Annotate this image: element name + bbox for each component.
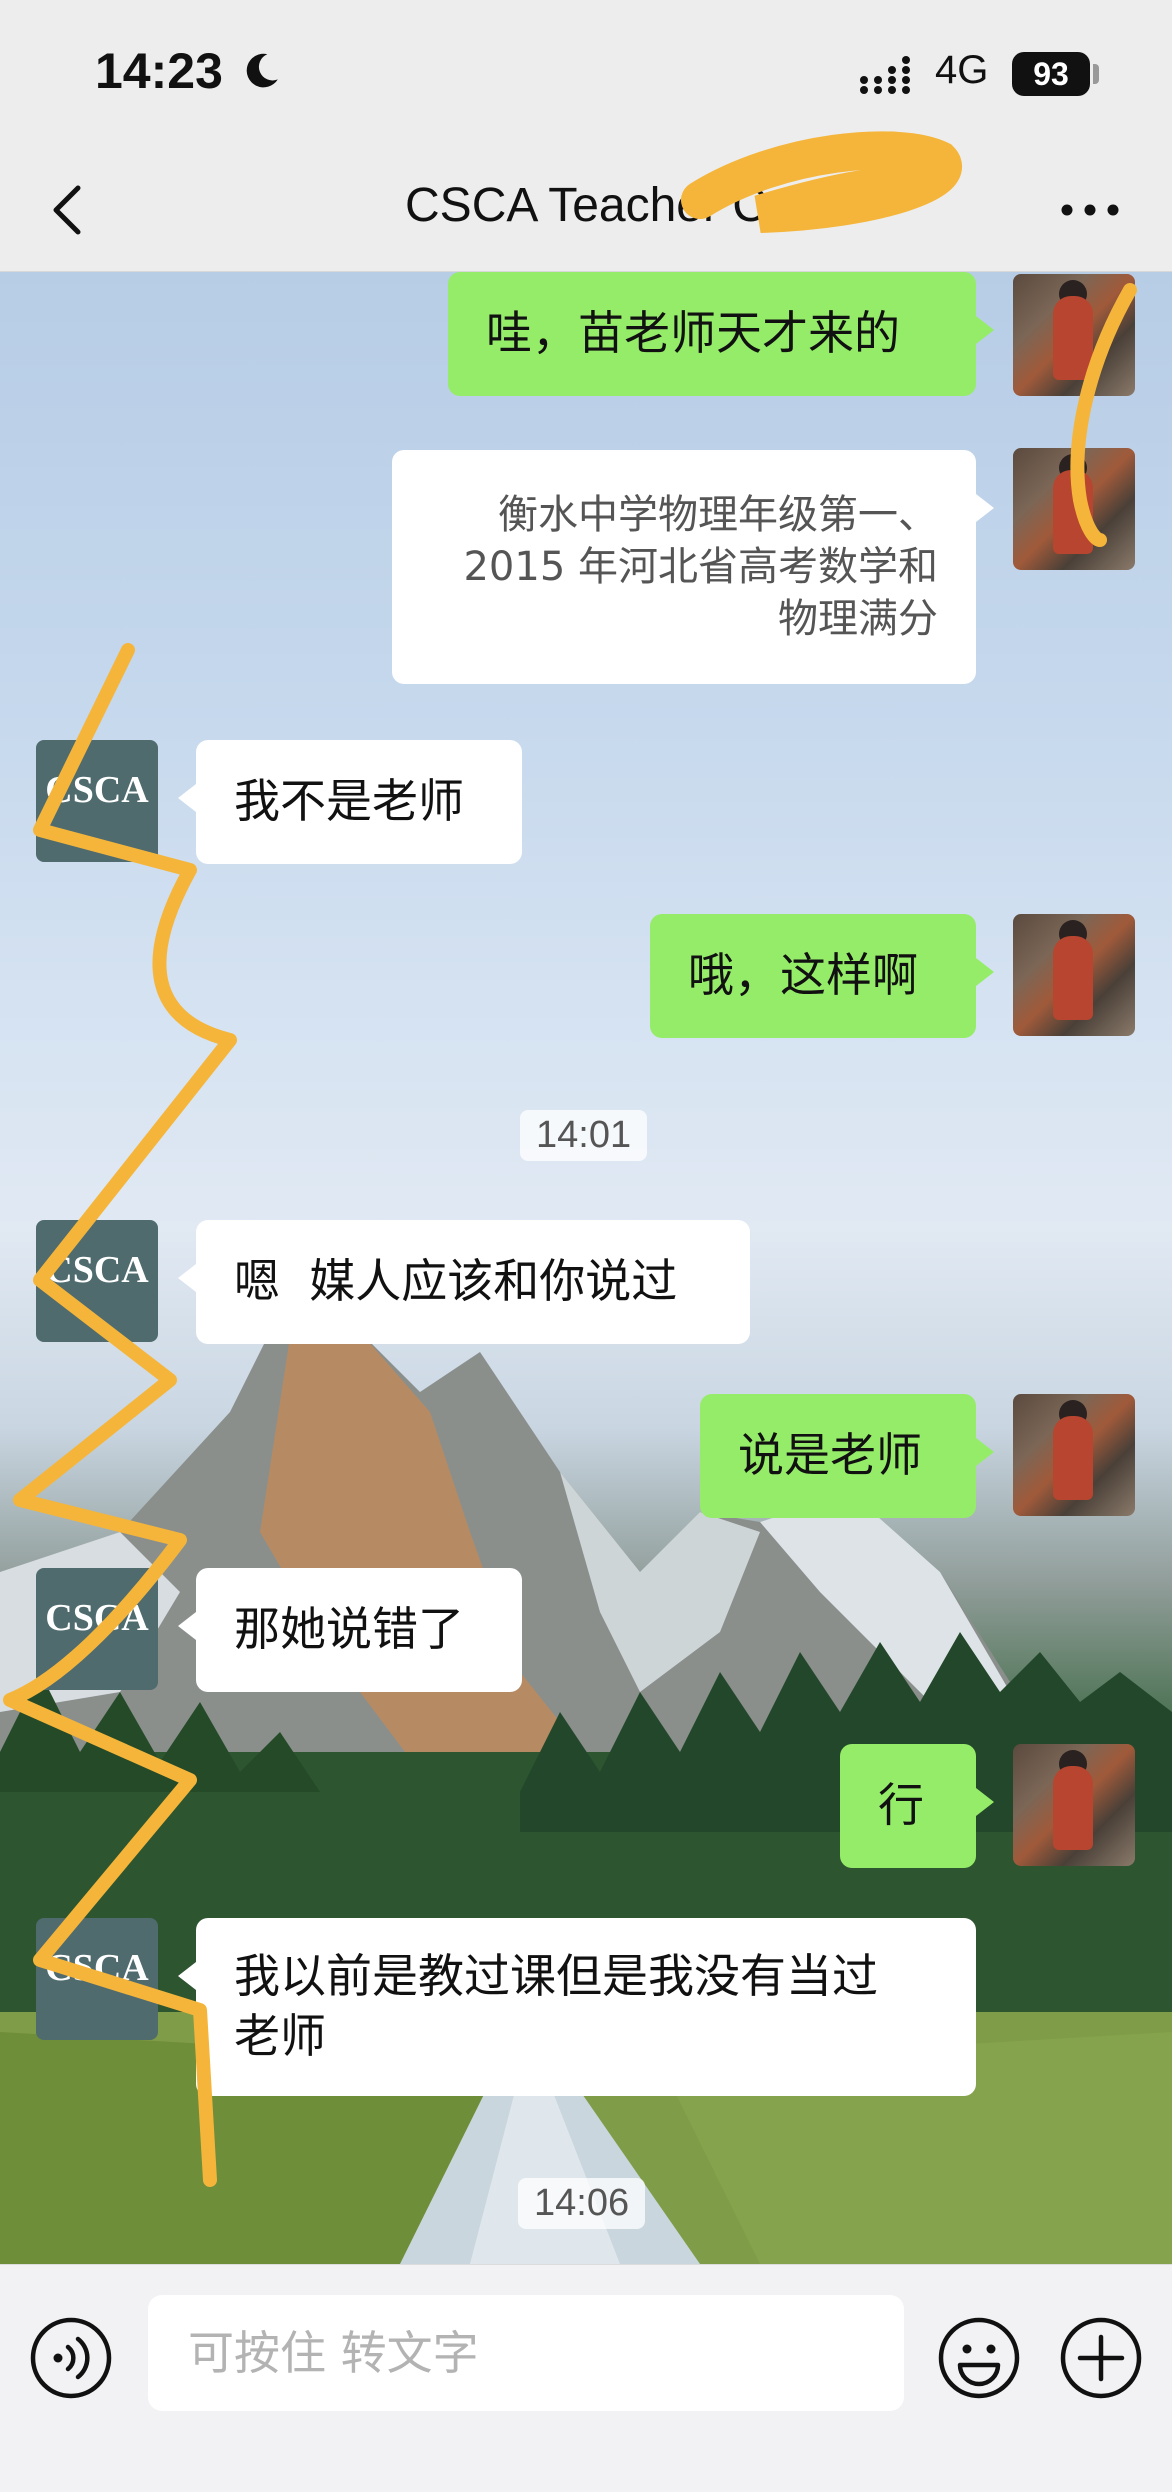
- status-bar: 14:23 4G 93: [0, 0, 1172, 150]
- message-timestamp: 14:01: [520, 1110, 648, 1161]
- self-avatar[interactable]: [1013, 448, 1135, 570]
- nav-bar: CSCA Teacher C: [0, 150, 1172, 272]
- contact-avatar[interactable]: CSCA: [36, 1568, 158, 1690]
- battery-indicator: 93: [1012, 52, 1090, 96]
- quote-line-2: 2015 年河北省高考数学和: [463, 544, 938, 590]
- self-avatar[interactable]: [1013, 274, 1135, 396]
- voice-icon[interactable]: [28, 2315, 114, 2401]
- moon-icon: [246, 53, 278, 88]
- battery-tip: [1093, 64, 1099, 84]
- status-time: 14:23: [95, 43, 223, 99]
- self-avatar[interactable]: [1013, 1394, 1135, 1516]
- message-bubble-received[interactable]: 我以前是教过课但是我没有当过 老师: [178, 1918, 976, 2096]
- csca-logo-text: CSCA: [45, 1947, 149, 1989]
- message-text: 那她说错了: [234, 1602, 464, 1657]
- message-line-2: 老师: [234, 2009, 326, 2063]
- message-bubble-sent[interactable]: 哇，苗老师天才来的: [448, 272, 994, 396]
- csca-logo-text: CSCA: [45, 1249, 149, 1291]
- message-bubble-received[interactable]: 那她说错了: [178, 1568, 522, 1692]
- contact-avatar[interactable]: CSCA: [36, 1918, 158, 2040]
- chat-title: CSCA Teacher C: [405, 179, 767, 232]
- message-bubble-sent[interactable]: 哦，这样啊: [650, 914, 994, 1038]
- message-text: 哇，苗老师天才来的: [486, 306, 900, 361]
- message-bubble-sent[interactable]: 说是老师: [700, 1394, 994, 1518]
- message-text: 行: [878, 1778, 924, 1833]
- message-line-1: 我以前是教过课但是我没有当过: [234, 1949, 878, 2004]
- quote-text: 衡水中学物理年级第一、 2015 年河北省高考数学和 物理满分: [463, 489, 938, 645]
- quote-line-1: 衡水中学物理年级第一、: [498, 492, 938, 538]
- network-type: 4G: [935, 48, 989, 92]
- self-avatar[interactable]: [1013, 914, 1135, 1036]
- message-text: 我不是老师: [234, 774, 464, 829]
- csca-logo-text: CSCA: [45, 1597, 149, 1639]
- message-text: 说是老师: [738, 1428, 922, 1483]
- message-bubble-received[interactable]: 嗯 媒人应该和你说过: [178, 1220, 750, 1344]
- contact-avatar[interactable]: CSCA: [36, 740, 158, 862]
- chat-area[interactable]: 哇，苗老师天才来的 衡水中学物理年级第一、 2015 年河北省高考数学和 物理满…: [0, 272, 1172, 2264]
- csca-logo-text: CSCA: [45, 769, 149, 811]
- quote-line-3: 物理满分: [778, 596, 938, 642]
- message-bubble-sent[interactable]: 行: [840, 1744, 994, 1868]
- self-avatar[interactable]: [1013, 1744, 1135, 1866]
- message-input[interactable]: [148, 2295, 904, 2411]
- message-bubble-received[interactable]: 我不是老师: [178, 740, 522, 864]
- plus-icon[interactable]: [1058, 2315, 1144, 2401]
- message-timestamp: 14:06: [518, 2178, 646, 2229]
- emoji-icon[interactable]: [936, 2315, 1022, 2401]
- input-bar: [0, 2264, 1172, 2492]
- message-text: 嗯 媒人应该和你说过: [234, 1254, 678, 1309]
- signal-icon: [860, 56, 910, 94]
- message-text: 我以前是教过课但是我没有当过 老师: [234, 1947, 878, 2067]
- more-dots-icon[interactable]: [1055, 190, 1125, 230]
- contact-avatar[interactable]: CSCA: [36, 1220, 158, 1342]
- message-bubble-quote[interactable]: 衡水中学物理年级第一、 2015 年河北省高考数学和 物理满分: [392, 450, 994, 684]
- message-text: 哦，这样啊: [688, 948, 918, 1003]
